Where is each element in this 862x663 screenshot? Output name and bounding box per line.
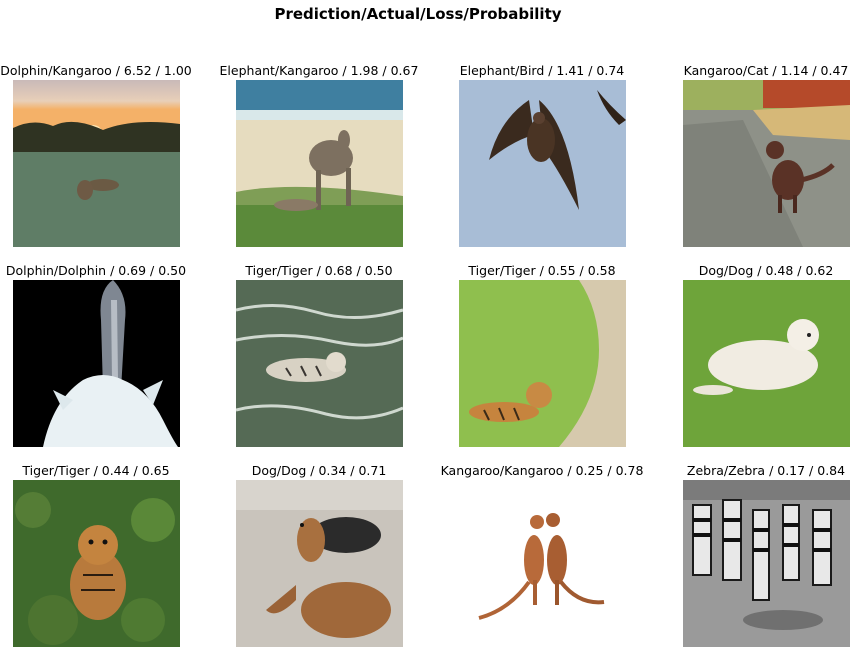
grid-cell-10: Dog/Dog / 0.34 / 0.71 <box>209 463 429 663</box>
grid-cell-6: Tiger/Tiger / 0.68 / 0.50 <box>209 263 429 463</box>
image-brown-dogs-lying <box>236 480 403 647</box>
grid-cell-2: Elephant/Kangaroo / 1.98 / 0.67 <box>209 63 429 263</box>
image-tiger-swimming <box>236 280 403 447</box>
image-bird-in-flight <box>459 80 626 247</box>
cell-caption: Zebra/Zebra / 0.17 / 0.84 <box>686 463 846 478</box>
cell-caption: Kangaroo/Kangaroo / 0.25 / 0.78 <box>440 463 644 478</box>
image-dolphin-leaping <box>13 280 180 447</box>
image-cat-on-road <box>683 80 850 247</box>
grid-cell-1: Dolphin/Kangaroo / 6.52 / 1.00 <box>0 63 206 263</box>
cell-caption: Elephant/Bird / 1.41 / 0.74 <box>459 63 625 78</box>
image-tiger-in-green-pool <box>459 280 626 447</box>
grid-cell-9: Tiger/Tiger / 0.44 / 0.65 <box>0 463 206 663</box>
cell-caption: Dog/Dog / 0.48 / 0.62 <box>698 263 834 278</box>
cell-caption: Tiger/Tiger / 0.44 / 0.65 <box>22 463 170 478</box>
image-white-dog-on-grass <box>683 280 850 447</box>
grid-cell-4: Kangaroo/Cat / 1.14 / 0.47 <box>656 63 862 263</box>
image-kangaroos-at-sunset <box>13 80 180 247</box>
cell-caption: Tiger/Tiger / 0.55 / 0.58 <box>468 263 616 278</box>
cell-caption: Kangaroo/Cat / 1.14 / 0.47 <box>683 63 849 78</box>
cell-caption: Elephant/Kangaroo / 1.98 / 0.67 <box>219 63 419 78</box>
grid-cell-11: Kangaroo/Kangaroo / 0.25 / 0.78 <box>432 463 652 663</box>
grid-cell-12: Zebra/Zebra / 0.17 / 0.84 <box>656 463 862 663</box>
image-zebra-herd-grayscale <box>683 480 850 647</box>
figure-title: Prediction/Actual/Loss/Probability <box>274 5 562 23</box>
cell-caption: Dog/Dog / 0.34 / 0.71 <box>251 463 387 478</box>
cell-caption: Tiger/Tiger / 0.68 / 0.50 <box>245 263 393 278</box>
cell-caption: Dolphin/Dolphin / 0.69 / 0.50 <box>5 263 187 278</box>
grid-cell-3: Elephant/Bird / 1.41 / 0.74 <box>432 63 652 263</box>
grid-cell-5: Dolphin/Dolphin / 0.69 / 0.50 <box>0 263 206 463</box>
grid-cell-7: Tiger/Tiger / 0.55 / 0.58 <box>432 263 652 463</box>
image-tiger-cub-in-foliage <box>13 480 180 647</box>
image-kangaroos-on-beach <box>236 80 403 247</box>
image-kangaroos-boxing <box>459 480 626 647</box>
cell-caption: Dolphin/Kangaroo / 6.52 / 1.00 <box>0 63 192 78</box>
grid-cell-8: Dog/Dog / 0.48 / 0.62 <box>656 263 862 463</box>
